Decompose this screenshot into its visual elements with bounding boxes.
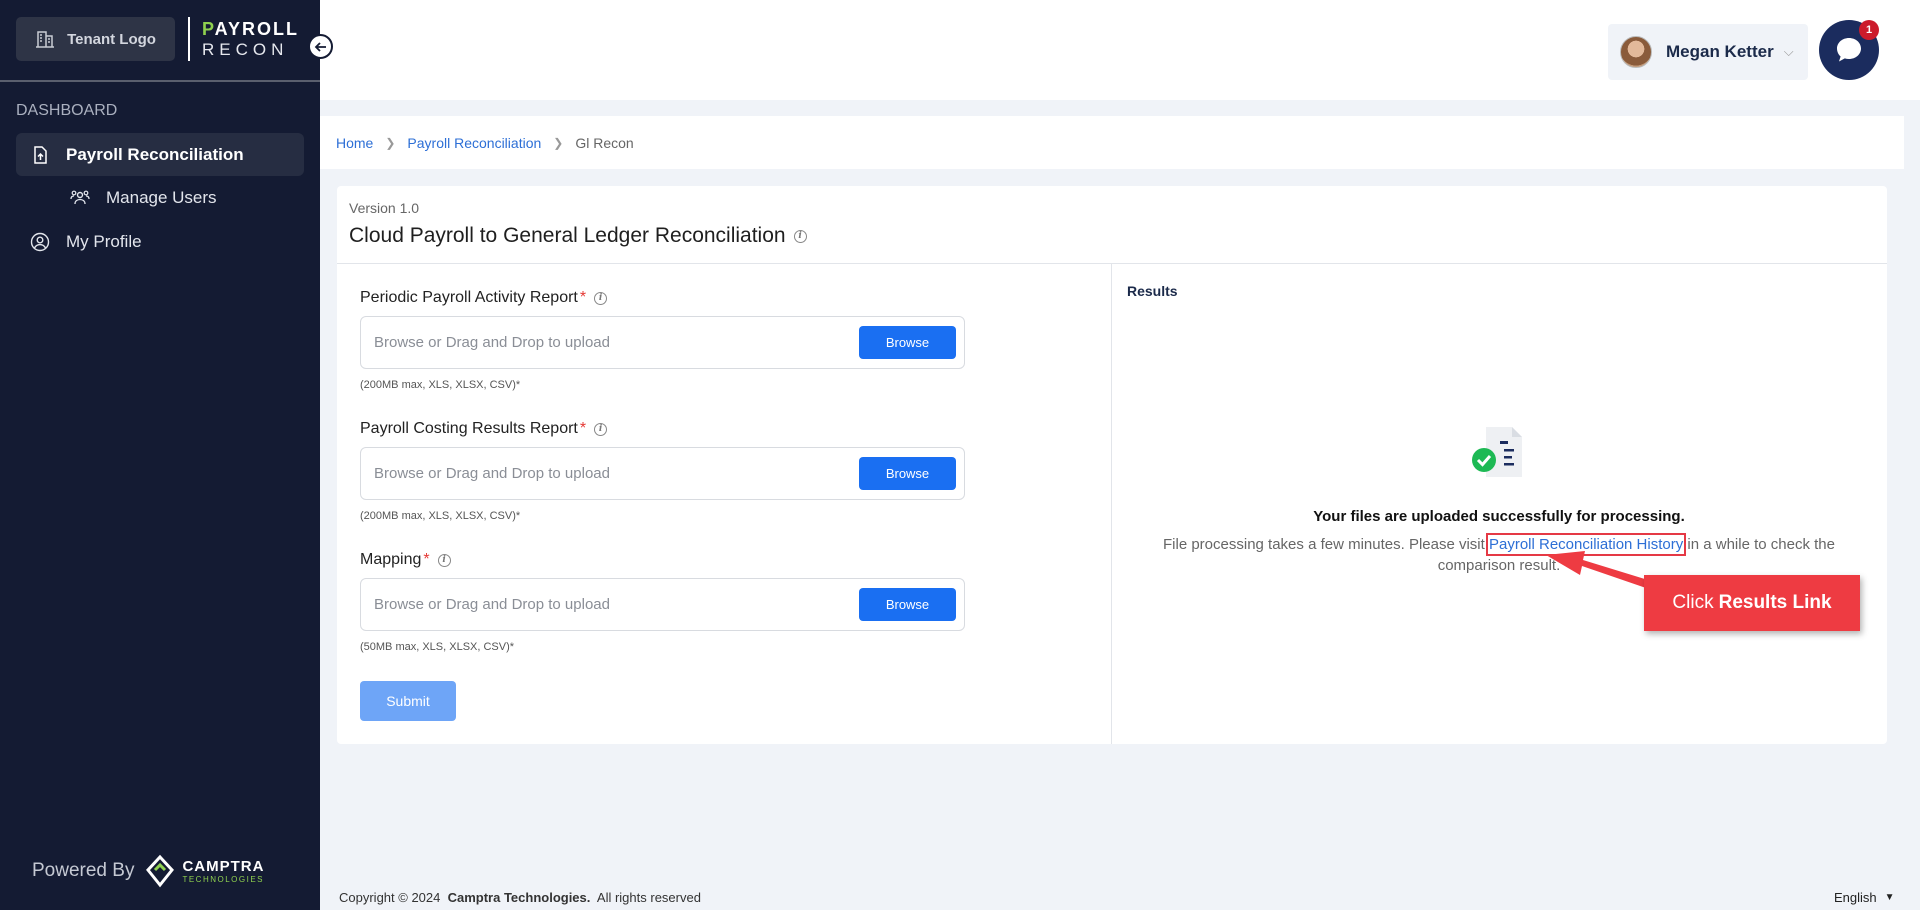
powered-by-label: Powered By	[32, 860, 135, 881]
browse-button[interactable]: Browse	[859, 588, 956, 621]
breadcrumb: Home ❯ Payroll Reconciliation ❯ Gl Recon	[320, 116, 1904, 169]
card-divider	[337, 263, 1887, 264]
annotation-prefix: Click	[1672, 592, 1714, 613]
chat-bubble-icon	[1837, 38, 1861, 62]
powered-by: Powered By CAMPTRA TECHNOLOGIES	[32, 854, 264, 888]
upload-placeholder: Browse or Drag and Drop to upload	[374, 465, 610, 482]
chevron-down-icon: ▼	[1884, 892, 1895, 903]
section-label-dashboard: DASHBOARD	[16, 102, 118, 119]
file-success-icon	[1472, 427, 1522, 477]
version-label: Version 1.0	[349, 200, 420, 216]
subtext-before: File processing takes a few minutes. Ple…	[1163, 536, 1489, 553]
upload-periodic-payroll[interactable]: Browse or Drag and Drop to upload Browse	[360, 316, 965, 369]
brand-divider	[188, 17, 190, 61]
building-icon	[36, 31, 55, 48]
brand: Tenant Logo PAYROLL RECON	[16, 17, 299, 61]
tenant-logo-label: Tenant Logo	[67, 30, 156, 48]
footer: Copyright © 2024 Camptra Technologies. A…	[339, 890, 701, 905]
sidebar-item-label: Payroll Reconciliation	[66, 144, 244, 164]
upload-success-message: Your files are uploaded successfully for…	[1313, 508, 1685, 525]
language-label: English	[1834, 890, 1877, 905]
info-icon[interactable]: i	[793, 229, 807, 243]
annotation-emphasis: Results Link	[1718, 592, 1832, 613]
upload-hint: (200MB max, XLS, XLSX, CSV)*	[360, 510, 521, 522]
field-label-periodic-payroll: Periodic Payroll Activity Report * i	[360, 289, 608, 307]
logo-top: AYROLL	[214, 19, 300, 39]
user-name: Megan Ketter	[1666, 42, 1774, 61]
upload-payroll-costing[interactable]: Browse or Drag and Drop to upload Browse	[360, 447, 965, 500]
camptra-logo-name: CAMPTRA	[182, 857, 265, 875]
upload-success-subtext: File processing takes a few minutes. Ple…	[1152, 533, 1846, 576]
payroll-recon-logo: PAYROLL RECON	[202, 20, 299, 58]
payroll-reconciliation-history-link[interactable]: Payroll Reconciliation History	[1485, 533, 1687, 556]
browse-button[interactable]: Browse	[859, 326, 956, 359]
upload-hint: (200MB max, XLS, XLSX, CSV)*	[360, 379, 521, 391]
users-icon	[70, 190, 90, 205]
breadcrumb-current: Gl Recon	[575, 134, 634, 151]
required-mark: *	[579, 420, 587, 437]
browse-button[interactable]: Browse	[859, 457, 956, 490]
breadcrumb-home[interactable]: Home	[336, 135, 373, 151]
footer-copyright: Copyright © 2024	[339, 890, 441, 905]
camptra-logo-icon	[146, 854, 175, 888]
upload-file-icon	[34, 145, 47, 164]
user-circle-icon	[30, 232, 50, 252]
required-mark: *	[579, 289, 587, 306]
field-label-payroll-costing: Payroll Costing Results Report * i	[360, 420, 608, 438]
notification-badge: 1	[1859, 20, 1879, 40]
sidebar-item-label: My Profile	[66, 232, 142, 251]
user-menu[interactable]: Megan Ketter ⌵	[1608, 24, 1808, 80]
tenant-logo: Tenant Logo	[16, 17, 175, 61]
upload-placeholder: Browse or Drag and Drop to upload	[374, 596, 610, 613]
submit-button[interactable]: Submit	[360, 681, 456, 721]
field-label-text: Payroll Costing Results Report	[360, 420, 578, 437]
page-title-text: Cloud Payroll to General Ledger Reconcil…	[349, 224, 786, 247]
arrow-left-icon	[314, 41, 326, 52]
breadcrumb-payroll-reconciliation[interactable]: Payroll Reconciliation	[407, 135, 541, 151]
upload-hint: (50MB max, XLS, XLSX, CSV)*	[360, 641, 515, 653]
sidebar-item-my-profile[interactable]: My Profile	[30, 232, 142, 252]
info-icon[interactable]: i	[437, 553, 451, 567]
field-label-text: Mapping	[360, 551, 422, 568]
chevron-right-icon: ❯	[385, 135, 396, 150]
card-column-divider	[1111, 263, 1112, 744]
avatar	[1620, 36, 1652, 68]
results-title: Results	[1127, 283, 1178, 299]
footer-company: Camptra Technologies.	[447, 890, 591, 905]
sidebar-divider	[0, 80, 320, 82]
annotation-callout: Click Results Link	[1644, 575, 1860, 631]
sidebar-item-payroll-reconciliation[interactable]: Payroll Reconciliation	[16, 133, 304, 176]
upload-placeholder: Browse or Drag and Drop to upload	[374, 334, 610, 351]
language-select[interactable]: English ▼	[1834, 890, 1895, 905]
info-icon[interactable]: i	[594, 422, 608, 436]
footer-rights: All rights reserved	[596, 890, 701, 905]
field-label-mapping: Mapping * i	[360, 551, 451, 569]
logo-bottom: RECON	[202, 40, 289, 59]
field-label-text: Periodic Payroll Activity Report	[360, 289, 578, 306]
upload-mapping[interactable]: Browse or Drag and Drop to upload Browse	[360, 578, 965, 631]
recon-card: Version 1.0 Cloud Payroll to General Led…	[337, 186, 1887, 744]
logo-initial: P	[202, 19, 215, 39]
collapse-sidebar-button[interactable]	[308, 34, 333, 59]
camptra-logo-sub: TECHNOLOGIES	[182, 874, 265, 884]
sidebar-item-manage-users[interactable]: Manage Users	[70, 188, 217, 208]
page-title: Cloud Payroll to General Ledger Reconcil…	[349, 224, 807, 248]
chevron-down-icon: ⌵	[1783, 44, 1794, 59]
sidebar: Tenant Logo PAYROLL RECON DASHBOARD Payr…	[0, 0, 320, 910]
camptra-logo: CAMPTRA TECHNOLOGIES	[144, 854, 264, 888]
chevron-right-icon: ❯	[553, 135, 564, 150]
sidebar-item-label: Manage Users	[106, 188, 217, 207]
required-mark: *	[423, 551, 430, 568]
info-icon[interactable]: i	[594, 291, 608, 305]
